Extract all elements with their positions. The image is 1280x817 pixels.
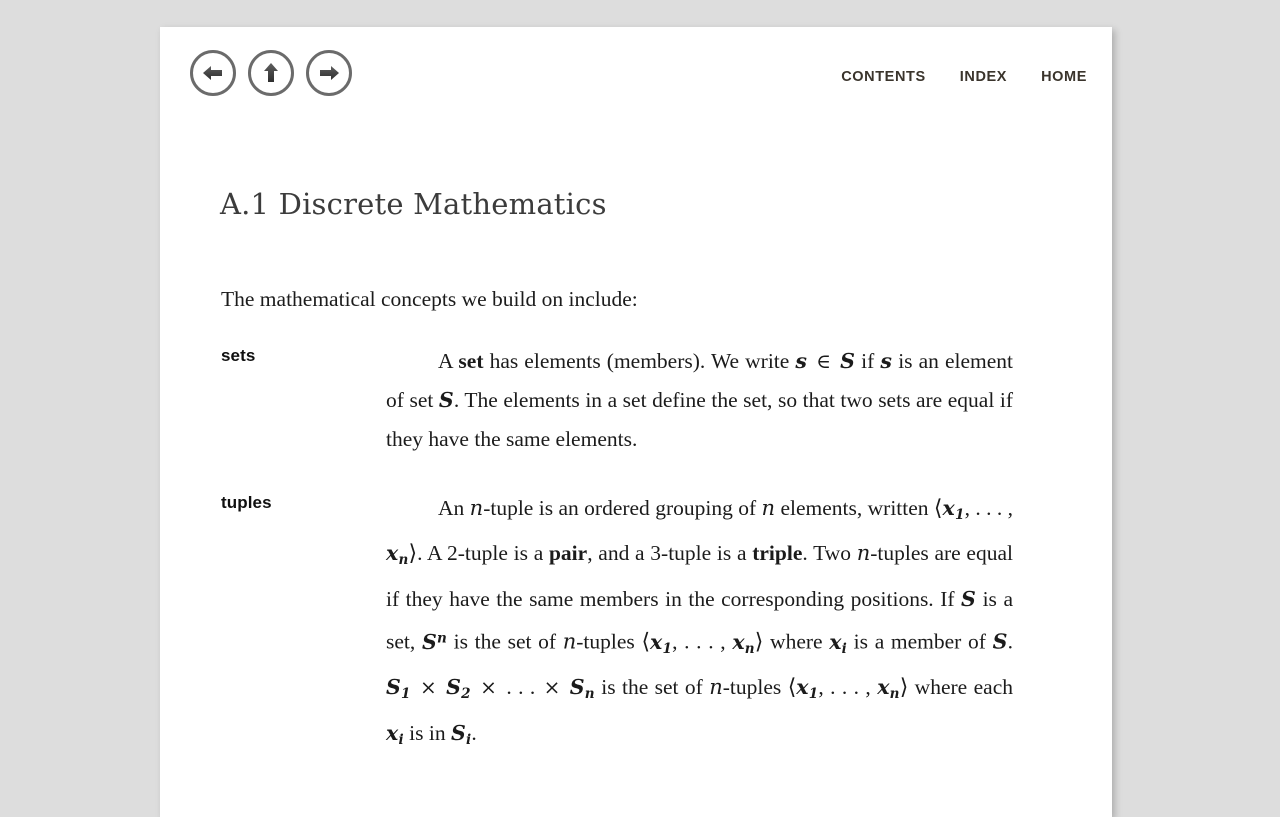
- definition-block-tuples: tuples An n-tuple is an ordered grouping…: [160, 489, 1112, 760]
- nav-arrow-group: [190, 50, 352, 96]
- intro-paragraph: The mathematical concepts we build on in…: [221, 287, 638, 311]
- nav-link-index[interactable]: INDEX: [960, 69, 1007, 85]
- document-content: A.1 Discrete Mathematics The mathematica…: [160, 127, 1112, 760]
- page-sheet: CONTENTS INDEX HOME A.1 Discrete Mathema…: [160, 27, 1112, 817]
- back-button[interactable]: [190, 50, 236, 96]
- definition-block-sets: sets A set has elements (members). We wr…: [160, 342, 1112, 459]
- arrow-right-icon: [316, 60, 342, 86]
- forward-button[interactable]: [306, 50, 352, 96]
- margin-label-tuples: tuples: [221, 492, 272, 512]
- definition-text-sets: A set has elements (members). We write s…: [386, 348, 1014, 451]
- nav-link-group: CONTENTS INDEX HOME: [841, 27, 1087, 127]
- nav-link-contents[interactable]: CONTENTS: [841, 69, 926, 85]
- up-button[interactable]: [248, 50, 294, 96]
- definition-text-tuples: An n-tuple is an ordered grouping of n e…: [386, 495, 1013, 749]
- navigation-bar: CONTENTS INDEX HOME: [160, 27, 1112, 127]
- arrow-up-icon: [258, 60, 284, 86]
- page-title: A.1 Discrete Mathematics: [220, 187, 607, 221]
- margin-label-sets: sets: [221, 345, 256, 365]
- arrow-left-icon: [200, 60, 226, 86]
- nav-link-home[interactable]: HOME: [1041, 69, 1087, 85]
